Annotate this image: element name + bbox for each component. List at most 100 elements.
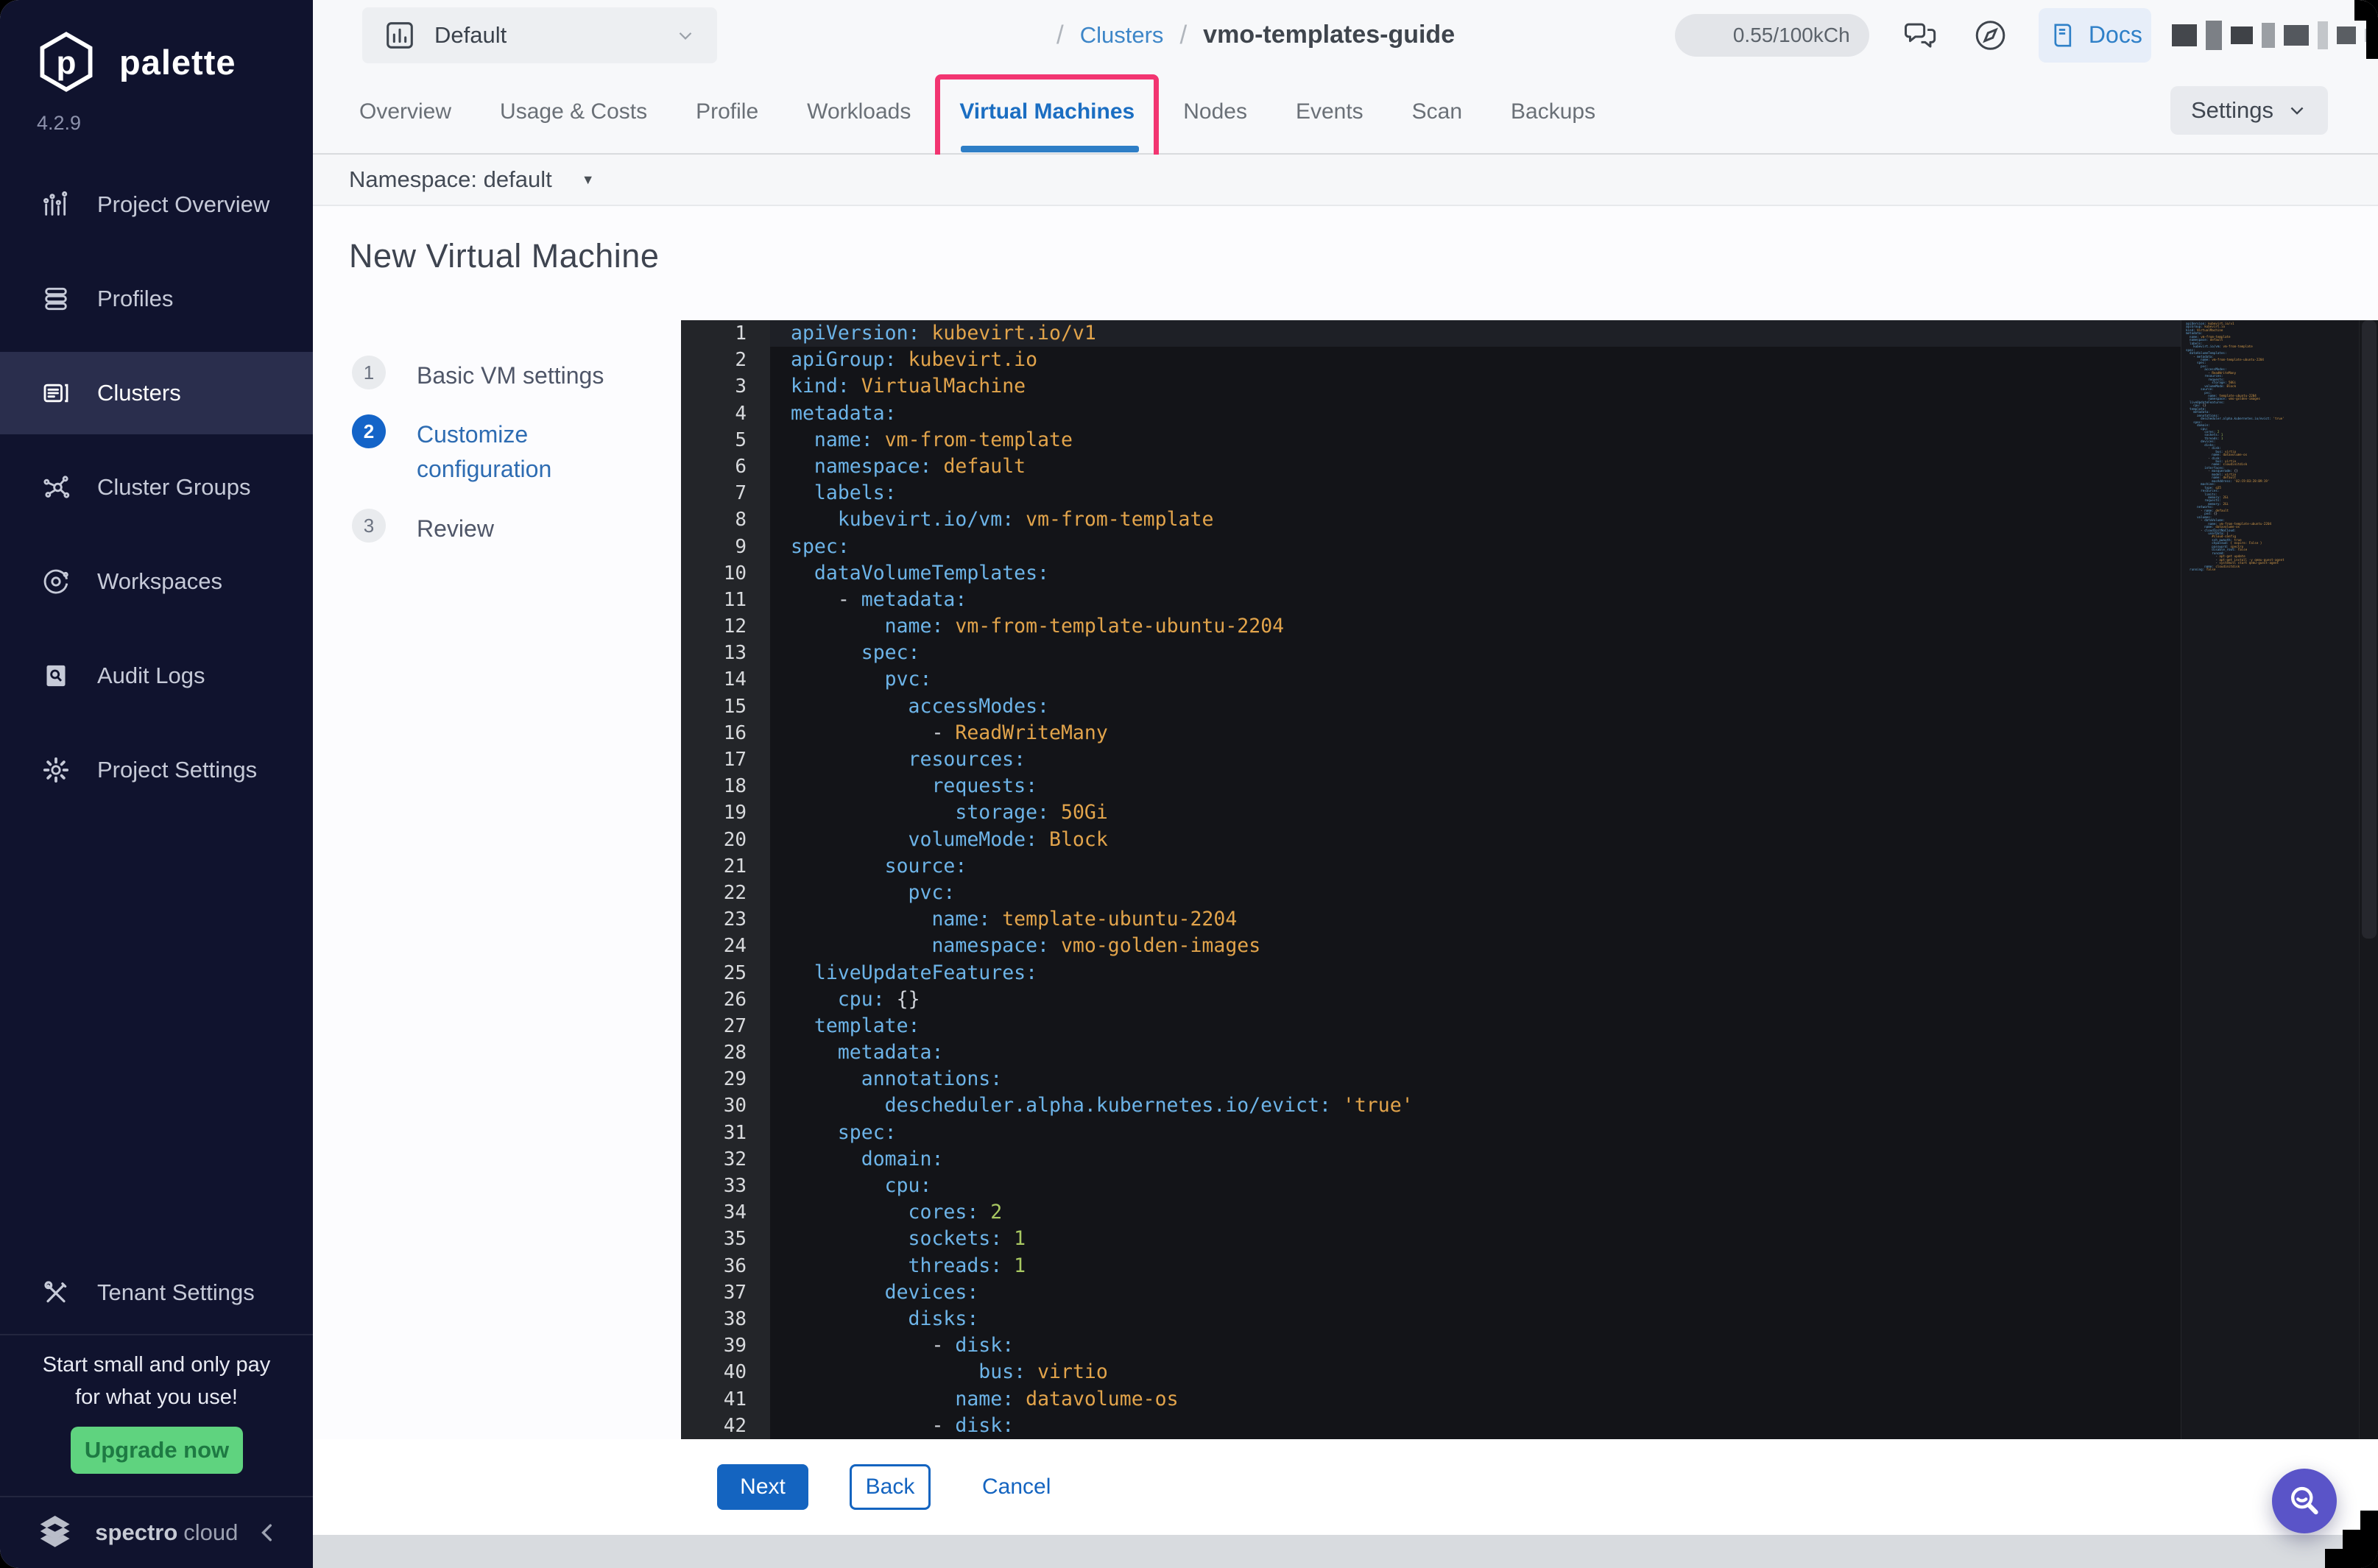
back-button[interactable]: Back	[850, 1464, 931, 1510]
sidebar-item-profiles[interactable]: Profiles	[0, 258, 313, 340]
step-2[interactable]: 2 Customize configuration	[352, 414, 638, 487]
app-window: p palette 4.2.9 Project Overview Profiles…	[0, 0, 2378, 1568]
line-number: 30	[681, 1092, 770, 1120]
tab-overview[interactable]: Overview	[359, 99, 451, 124]
line-number: 16	[681, 719, 770, 746]
page-title: New Virtual Machine	[349, 237, 660, 275]
step-label: Review	[417, 515, 494, 542]
caret-down-icon: ▼	[581, 172, 595, 187]
line-number: 41	[681, 1385, 770, 1413]
line-number: 34	[681, 1199, 770, 1226]
line-number: 11	[681, 586, 770, 614]
line-number: 26	[681, 986, 770, 1013]
code-line: 38 disks:	[681, 1305, 2181, 1333]
sidebar-item-project-overview[interactable]: Project Overview	[0, 163, 313, 246]
step-3[interactable]: 3 Review	[352, 509, 494, 546]
code-line: 39 - disk:	[681, 1332, 2181, 1360]
breadcrumb: / Clusters / vmo-templates-guide	[1056, 0, 1455, 70]
breadcrumb-item-clusters[interactable]: Clusters	[1080, 22, 1164, 49]
stepper-panel: 1 Basic VM settings 2 Customize configurati…	[313, 320, 681, 1439]
line-number: 40	[681, 1359, 770, 1386]
breadcrumb-separator: /	[1179, 20, 1188, 49]
sidebar-item-clusters[interactable]: Clusters	[0, 352, 313, 434]
tab-nodes[interactable]: Nodes	[1183, 99, 1247, 124]
code-line: 28 metadata:	[681, 1039, 2181, 1067]
code-line: 16 - ReadWriteMany	[681, 719, 2181, 746]
line-number: 5	[681, 426, 770, 453]
tab-bar: Overview Usage & Costs Profile Workloads Vir…	[313, 70, 2378, 155]
step-circle[interactable]: 3	[352, 509, 386, 543]
wizard-actions: Next Back Cancel	[313, 1439, 2378, 1535]
redacted-user-info	[2171, 20, 2378, 50]
code-line: 13 spec:	[681, 640, 2181, 667]
doc-search-icon	[46, 665, 66, 687]
upgrade-now-button[interactable]: Upgrade now	[71, 1427, 243, 1474]
code-line: 11 - metadata:	[681, 586, 2181, 614]
sidebar-item-workspaces[interactable]: Workspaces	[0, 540, 313, 623]
promo-text: Start small and only pay for what you us…	[42, 1353, 271, 1409]
corner-artifact	[2366, 0, 2378, 59]
brand-logo-row[interactable]: p palette	[32, 28, 236, 96]
usage-badge: 0.55/100kCh	[1675, 13, 1869, 57]
code-line: 2 apiGroup: kubevirt.io	[681, 347, 2181, 374]
editor-minimap[interactable]: apiVersion: kubevirt.io/v1 apiGroup: kube…	[2181, 320, 2359, 1439]
line-number: 42	[681, 1412, 770, 1439]
sidebar-nav: Project Overview Profiles Clusters Cluster …	[0, 163, 313, 823]
tab-events[interactable]: Events	[1296, 99, 1363, 124]
tab-usage-costs[interactable]: Usage & Costs	[500, 99, 647, 124]
code-line: 34 cores: 2	[681, 1199, 2181, 1226]
line-number: 2	[681, 347, 770, 374]
line-number: 31	[681, 1119, 770, 1146]
step-circle[interactable]: 1	[352, 356, 386, 389]
collapse-sidebar-icon[interactable]	[255, 1520, 281, 1545]
line-number: 21	[681, 852, 770, 880]
sidebar-item-project-settings[interactable]: Project Settings	[0, 729, 313, 811]
brand-name: palette	[119, 42, 236, 82]
sidebar-item-cluster-groups[interactable]: Cluster Groups	[0, 446, 313, 529]
tab-profile[interactable]: Profile	[696, 99, 758, 124]
line-number: 3	[681, 373, 770, 400]
chat-icon[interactable]	[1902, 16, 1939, 54]
cancel-button[interactable]: Cancel	[982, 1475, 1051, 1500]
tab-workloads[interactable]: Workloads	[807, 99, 911, 124]
line-number: 19	[681, 799, 770, 827]
next-button[interactable]: Next	[717, 1464, 808, 1510]
topbar-right: 0.55/100kCh Docs	[1675, 0, 2378, 70]
code-line: 32 domain:	[681, 1145, 2181, 1173]
settings-button[interactable]: Settings	[2170, 86, 2328, 135]
code-line: 29 annotations:	[681, 1066, 2181, 1093]
scrollbar-thumb[interactable]	[2362, 320, 2377, 939]
step-1[interactable]: 1 Basic VM settings	[352, 356, 604, 393]
line-number: 24	[681, 933, 770, 960]
line-number: 7	[681, 480, 770, 507]
app-version: 4.2.9	[37, 112, 82, 134]
tab-backups[interactable]: Backups	[1511, 99, 1595, 124]
line-number: 27	[681, 1012, 770, 1040]
project-selector[interactable]: Default	[362, 7, 717, 63]
search-fab[interactable]	[2272, 1469, 2337, 1533]
tools-icon	[44, 1281, 67, 1303]
code-line: 23 name: template-ubuntu-2204	[681, 906, 2181, 933]
line-number: 32	[681, 1145, 770, 1173]
line-number: 23	[681, 906, 770, 933]
line-number: 4	[681, 400, 770, 427]
namespace-select[interactable]: Namespace: default ▼	[349, 155, 595, 205]
server-icon	[43, 384, 68, 403]
gear-icon	[43, 757, 69, 783]
sidebar-item-label: Audit Logs	[97, 663, 205, 688]
sidebar-item-label: Project Overview	[97, 191, 270, 217]
docs-button[interactable]: Docs	[2038, 7, 2151, 63]
sidebar-item-label: Clusters	[97, 380, 181, 406]
sidebar-item-tenant-settings[interactable]: Tenant Settings	[0, 1251, 313, 1334]
docs-label: Docs	[2088, 21, 2142, 48]
code-line: 24 namespace: vmo-golden-images	[681, 933, 2181, 960]
yaml-editor[interactable]: 1 apiVersion: kubevirt.io/v1 2 apiGroup: ku…	[681, 320, 2378, 1439]
compass-icon[interactable]	[1972, 16, 2009, 54]
editor-scrollbar[interactable]	[2359, 320, 2378, 1439]
sidebar-item-label: Cluster Groups	[97, 474, 251, 500]
code-line: 36 threads: 1	[681, 1252, 2181, 1279]
sidebar-item-audit-logs[interactable]: Audit Logs	[0, 635, 313, 717]
tab-scan[interactable]: Scan	[1412, 99, 1462, 124]
line-number: 38	[681, 1305, 770, 1333]
step-circle[interactable]: 2	[352, 414, 386, 448]
